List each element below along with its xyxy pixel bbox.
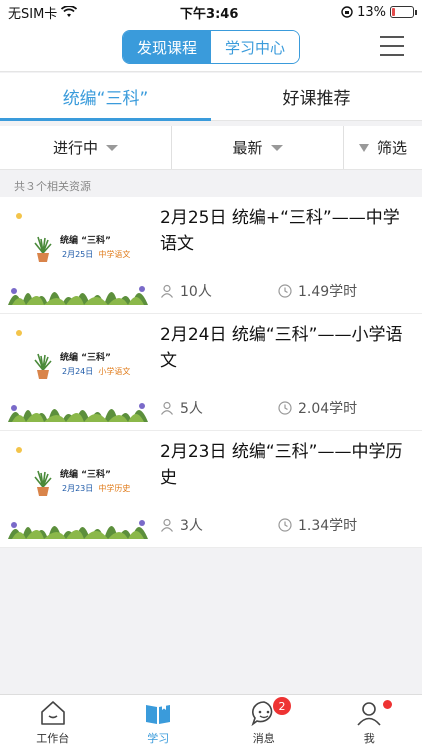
potted-plant-icon [34,353,52,379]
study-hours-text: 1.34学时 [298,518,358,534]
tab-messages[interactable]: 2 消息 [211,695,317,750]
study-hours-text: 1.49学时 [298,284,358,300]
result-count: 共３个相关资源 [14,180,91,193]
person-icon [161,518,173,532]
open-book-icon [146,702,171,724]
thumb-date: 2月24日 [62,367,94,376]
tab-recommended[interactable]: 好课推荐 [211,73,422,120]
filter-sort-dropdown[interactable]: 最新 [172,126,344,169]
caret-down-icon [270,144,283,151]
wifi-icon [61,6,78,17]
potted-plant-icon [34,236,52,262]
tab-workbench-label: 工作台 [36,732,70,745]
clock-icon [278,401,292,415]
notification-dot [382,700,392,709]
grass-decoration [8,520,148,539]
thumb-title: 统编 “三科” [60,353,111,363]
filter-sort-label: 最新 [232,139,263,157]
moon-icon [16,330,22,336]
study-hours: 1.49学时 [278,281,396,301]
thumb-date: 2月23日 [62,484,94,493]
category-tabs: 统编“三科” 好课推荐 [0,73,422,121]
course-title: 2月24日 统编“三科”——小学语文 [160,325,403,371]
carrier-text: 无SIM卡 [8,6,58,22]
course-meta: 3人 1.34学时 [160,515,410,535]
tab-me[interactable]: 我 [317,695,422,750]
lock-rotation-icon [341,6,353,18]
study-hours: 2.04学时 [278,398,396,418]
thumb-subject: 中学语文 [98,250,131,259]
status-right: 13% [341,4,417,20]
thumb-subtitle: 2月24日 小学语文 [62,366,130,377]
tab-me-label: 我 [363,732,375,745]
time-text: 下午3:46 [180,6,239,22]
course-item[interactable]: 统编 “三科” 2月25日 中学语文 2月25日 统编+“三科”——中学语文 1… [0,197,422,314]
course-title: 2月23日 统编“三科”——中学历史 [160,442,403,488]
course-info: 2月23日 统编“三科”——中学历史 3人 1.34学时 [148,439,410,539]
course-list: 统编 “三科” 2月25日 中学语文 2月25日 统编+“三科”——中学语文 1… [0,197,422,548]
study-hours-text: 2.04学时 [298,401,358,417]
menu-icon[interactable] [380,36,404,58]
course-thumbnail: 统编 “三科” 2月24日 小学语文 [8,322,148,422]
user-avatar-icon [357,702,381,726]
moon-icon [16,213,22,219]
course-title: 2月25日 统编+“三科”——中学语文 [160,208,400,254]
enrolled-count: 5人 [160,398,278,418]
tab-study-label: 学习 [147,732,170,745]
clock-icon [278,284,292,298]
person-icon [161,401,173,415]
study-hours: 1.34学时 [278,515,396,535]
segment-control: 发现课程 学习中心 [122,30,300,64]
battery-percent: 13% [357,4,386,20]
tab-tongbian-sanke[interactable]: 统编“三科” [0,73,211,121]
thumb-subtitle: 2月23日 中学历史 [62,483,130,494]
messages-badge: 2 [273,697,291,715]
top-nav: 发现课程 学习中心 [0,24,422,72]
bottom-tab-bar: 工作台 学习 2 消息 我 [0,694,422,750]
segment-discover-courses[interactable]: 发现课程 [123,31,211,63]
person-icon [161,284,173,298]
house-icon [40,701,65,725]
thumb-date: 2月25日 [62,250,94,259]
filter-bar: 进行中 最新 筛选 [0,126,422,170]
tab-messages-label: 消息 [252,732,275,745]
course-info: 2月24日 统编“三科”——小学语文 5人 2.04学时 [148,322,410,422]
grass-decoration [8,286,148,305]
segment-learning-center[interactable]: 学习中心 [211,31,299,63]
status-left: 无SIM卡 [8,3,78,22]
grass-decoration [8,403,148,422]
thumb-subject: 小学语文 [98,367,131,376]
course-thumbnail: 统编 “三科” 2月25日 中学语文 [8,205,148,305]
battery-fill [392,8,395,16]
filter-screen-button[interactable]: 筛选 [344,126,422,169]
enrolled-count: 10人 [160,281,278,301]
battery-icon [390,6,417,18]
enrolled-count: 3人 [160,515,278,535]
enrolled-count-text: 3人 [180,518,203,534]
course-item[interactable]: 统编 “三科” 2月23日 中学历史 2月23日 统编“三科”——中学历史 3人 [0,431,422,548]
enrolled-count-text: 10人 [180,284,212,300]
tab-study[interactable]: 学习 [106,695,212,750]
course-meta: 5人 2.04学时 [160,398,410,418]
enrolled-count-text: 5人 [180,401,203,417]
course-thumbnail: 统编 “三科” 2月23日 中学历史 [8,439,148,539]
tab-workbench[interactable]: 工作台 [0,695,106,750]
clock-icon [278,518,292,532]
moon-icon [16,447,22,453]
potted-plant-icon [34,470,52,496]
thumb-subtitle: 2月25日 中学语文 [62,249,130,260]
filter-screen-label: 筛选 [376,139,407,157]
filter-status-label: 进行中 [52,139,98,157]
funnel-icon [358,143,369,152]
thumb-title: 统编 “三科” [60,470,111,480]
course-item[interactable]: 统编 “三科” 2月24日 小学语文 2月24日 统编“三科”——小学语文 5人 [0,314,422,431]
course-meta: 10人 1.49学时 [160,281,410,301]
caret-down-icon [106,144,118,151]
course-info: 2月25日 统编+“三科”——中学语文 10人 1.49学时 [148,205,410,305]
thumb-subject: 中学历史 [98,484,131,493]
status-bar: 无SIM卡 下午3:46 13% [0,0,422,24]
thumb-title: 统编 “三科” [60,236,111,246]
filter-status-dropdown[interactable]: 进行中 [0,126,172,169]
